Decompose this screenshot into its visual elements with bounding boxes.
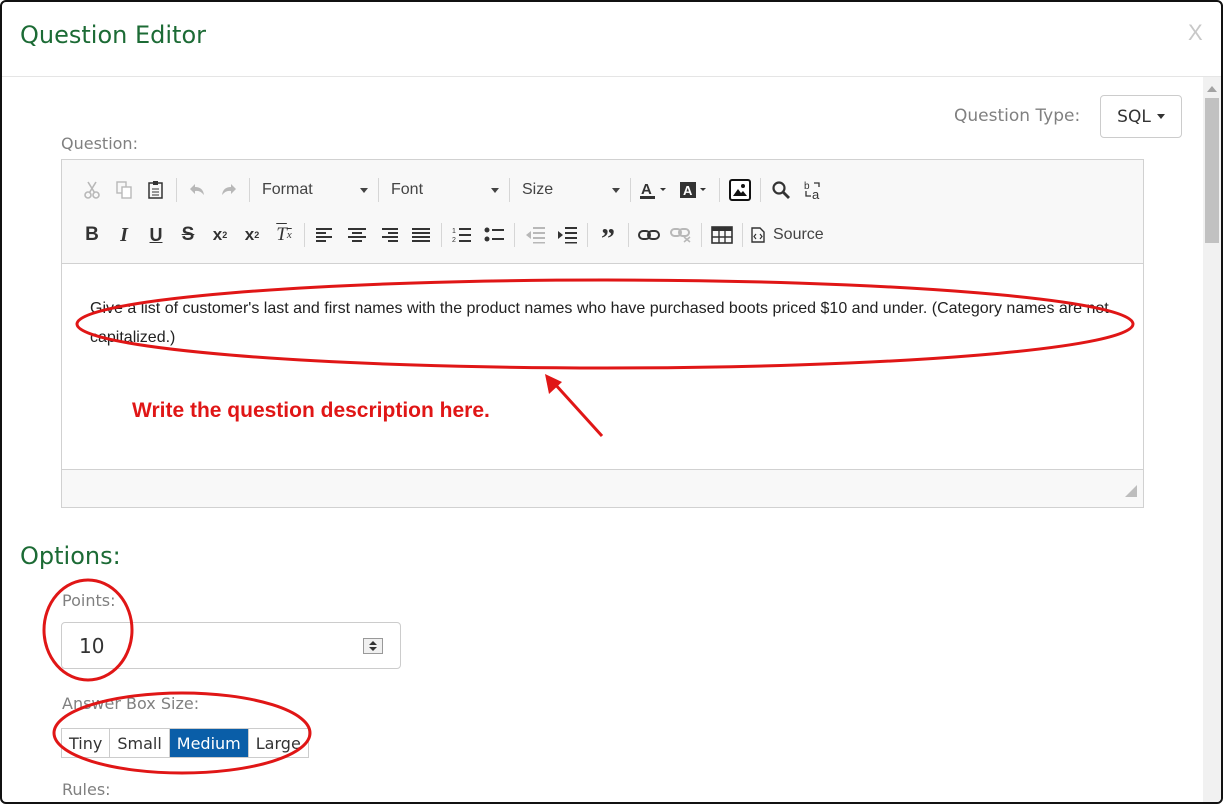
annotation-ellipse-question [75, 278, 1135, 370]
annotation-ellipse-answer-size [52, 691, 312, 775]
annotation-overlay [42, 278, 1135, 775]
question-editor-dialog: Question Editor X Question Type: SQL Que… [0, 0, 1223, 804]
annotation-ellipse-points [42, 578, 134, 682]
annotation-arrow-icon [552, 381, 604, 438]
